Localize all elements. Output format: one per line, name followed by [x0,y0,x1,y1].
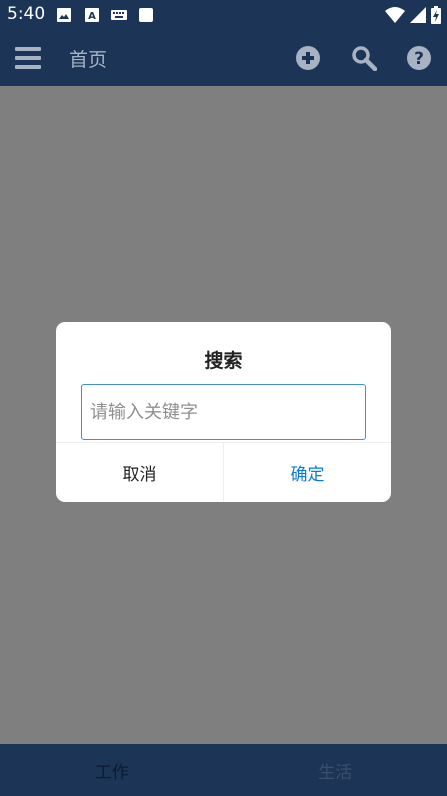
page-title: 首页 [69,49,108,71]
keyboard-a-icon: A [85,8,99,22]
app-bar: 首页 ? [0,31,447,86]
tab-work[interactable]: 工作 [0,744,224,796]
square-icon [139,8,153,22]
search-icon[interactable] [351,45,377,71]
search-dialog: 搜索 取消 确定 [56,322,391,502]
status-time: 5:40 [7,4,46,24]
status-right-icons [385,5,441,25]
svg-text:A: A [88,11,96,22]
add-circle-icon[interactable] [295,45,321,71]
confirm-button[interactable]: 确定 [224,443,391,502]
signal-icon [410,7,426,23]
menu-icon[interactable] [15,47,41,69]
svg-text:?: ? [414,49,424,69]
bottom-nav: 工作 生活 [0,744,447,796]
cancel-button[interactable]: 取消 [56,443,224,502]
help-icon[interactable]: ? [406,45,432,71]
search-input[interactable] [81,384,366,440]
tab-life[interactable]: 生活 [224,744,447,796]
dialog-title: 搜索 [204,350,243,372]
dialog-actions: 取消 确定 [56,442,391,502]
wifi-icon [385,7,405,23]
image-icon [57,8,71,22]
battery-charging-icon [431,6,441,24]
status-bar: 5:40 A [0,0,447,31]
keyboard-icon [111,10,127,20]
